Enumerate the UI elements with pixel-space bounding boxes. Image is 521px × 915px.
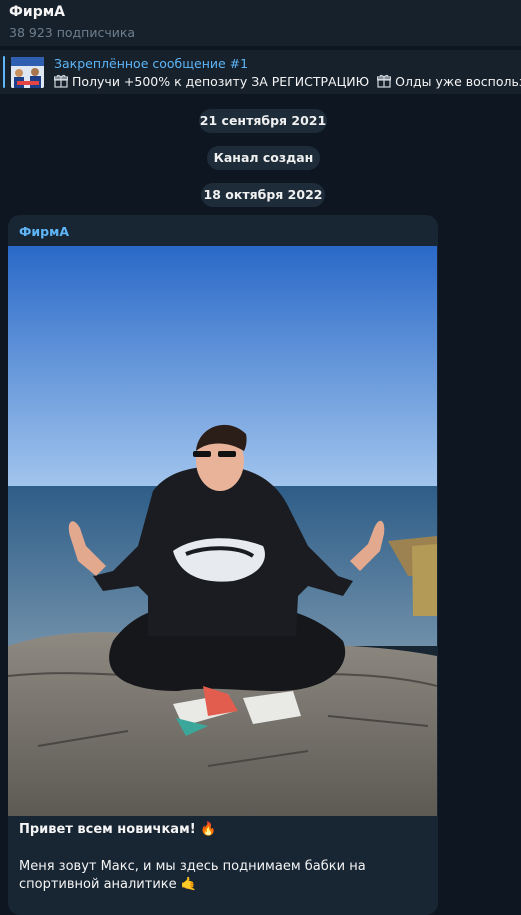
pinned-message-bar[interactable]: Закреплённое сообщение #1 Получи +500% к…: [0, 50, 521, 94]
gift-icon: [53, 74, 69, 88]
fire-emoji: 🔥: [200, 822, 217, 837]
date-separator: 21 сентября 2021: [199, 109, 327, 133]
pinned-preview-continued: Олды уже воспользов: [395, 74, 521, 89]
channel-post[interactable]: ФирмА Привет всем новичкам! 🔥 Меня зовут…: [8, 215, 438, 915]
post-body: Меня зовут Макс, и мы здесь поднимаем ба…: [19, 858, 429, 894]
pinned-title: Закреплённое сообщение #1: [54, 56, 249, 71]
post-title-text: Привет всем новичкам!: [19, 822, 196, 837]
date-separator: 18 октября 2022: [201, 183, 325, 207]
post-title: Привет всем новичкам! 🔥: [19, 822, 216, 837]
post-photo[interactable]: [8, 246, 437, 816]
pinned-indicator: [3, 56, 5, 88]
gift-icon: [377, 74, 392, 88]
subscriber-count: 38 923 подписчика: [9, 25, 136, 40]
channel-header[interactable]: ФирмА 38 923 подписчика: [0, 0, 521, 46]
pinned-preview-main: Получи +500% к депозиту ЗА РЕГИСТРАЦИЮ: [72, 74, 370, 89]
call-me-hand-emoji: 🤙: [180, 877, 197, 892]
post-sender[interactable]: ФирмА: [19, 224, 69, 239]
channel-title[interactable]: ФирмА: [9, 4, 65, 20]
service-message: Канал создан: [207, 146, 320, 170]
pinned-preview-text: Получи +500% к депозиту ЗА РЕГИСТРАЦИЮ О…: [53, 74, 521, 89]
pinned-thumbnail-image: [11, 57, 44, 88]
